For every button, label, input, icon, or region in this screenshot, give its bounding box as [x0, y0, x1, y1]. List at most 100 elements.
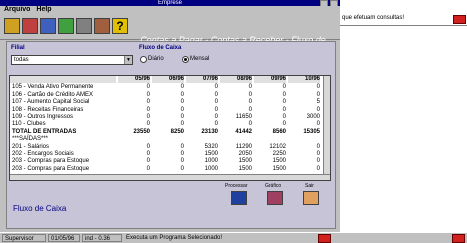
- people-icon[interactable]: [94, 18, 110, 34]
- table-cell: 0: [146, 99, 150, 106]
- background-window: que efetuam consultas!: [340, 13, 467, 26]
- fluxo-label: Fluxo de Caixa: [139, 45, 182, 51]
- status-close-button[interactable]: [318, 234, 331, 243]
- table-cell: 0: [146, 165, 150, 172]
- sair-button[interactable]: [303, 191, 319, 205]
- horizontal-scrollbar[interactable]: [10, 174, 330, 180]
- column-header: [10, 76, 116, 83]
- column-header: 06/96: [152, 76, 184, 83]
- table-cell: 0: [180, 114, 184, 120]
- table-cell: 0: [146, 151, 150, 157]
- table-cell: 11650: [235, 114, 252, 120]
- filial-label: Filial: [11, 45, 25, 51]
- table-cell: 0: [248, 106, 252, 113]
- table-cell: 8250: [170, 128, 184, 135]
- table-cell: 1500: [272, 165, 286, 172]
- grid-icon[interactable]: [4, 18, 20, 34]
- sair-label: Sair: [305, 183, 314, 189]
- table-cell: 0: [180, 121, 184, 128]
- table-cell: 41442: [235, 128, 252, 135]
- table-cell: 0: [180, 84, 184, 91]
- table-cell: 0: [316, 165, 320, 172]
- main-window: Emprese Arquivo Help ? Contas a Pagar - …: [0, 0, 340, 232]
- table-cell: 0: [146, 143, 150, 150]
- bottom-label: Fluxo de Caixa: [13, 204, 67, 213]
- radio-mensal[interactable]: [182, 56, 189, 63]
- row-label: 203 - Compras para Estoque: [12, 165, 90, 172]
- table-cell: 0: [180, 158, 184, 165]
- status-message: Executa um Programa Selecionado!: [126, 235, 223, 241]
- table-cell: 0: [282, 91, 286, 98]
- menu-help[interactable]: Help: [36, 6, 51, 13]
- chart-icon[interactable]: [58, 18, 74, 34]
- table-cell: 8560: [272, 128, 286, 135]
- table-cell: 0: [282, 99, 286, 106]
- column-header: 09/96: [254, 76, 286, 83]
- table-cell: 0: [282, 121, 286, 128]
- taskbar-close-button[interactable]: [452, 234, 465, 243]
- table-cell: 0: [180, 99, 184, 106]
- table-cell: 1500: [238, 158, 252, 165]
- menu-arquivo[interactable]: Arquivo: [4, 6, 30, 13]
- table-cell: [290, 136, 320, 143]
- row-label: 110 - Clubes: [12, 121, 46, 128]
- table-cell: 0: [214, 121, 218, 128]
- column-header: 10/96: [288, 76, 320, 83]
- row-label: TOTAL DE ENTRADAS: [12, 128, 77, 135]
- table-cell: [256, 136, 286, 143]
- table-cell: 0: [180, 91, 184, 98]
- report-icon[interactable]: [40, 18, 56, 34]
- processar-button[interactable]: [231, 191, 247, 205]
- status-bar: Supervisor 01/05/96 ind - 0.36 Executa u…: [0, 233, 467, 243]
- table-cell: 1500: [272, 158, 286, 165]
- row-label: 201 - Salários: [12, 143, 50, 150]
- table-cell: 0: [180, 143, 184, 150]
- table-cell: 3000: [306, 114, 320, 120]
- table-cell: 0: [146, 84, 150, 91]
- row-label: 203 - Compras para Estoque: [12, 158, 90, 165]
- table-cell: 0: [180, 106, 184, 113]
- table-cell: 0: [316, 106, 320, 113]
- column-header: 05/96: [118, 76, 150, 83]
- table-cell: 2250: [272, 151, 286, 157]
- table-cell: 0: [316, 143, 320, 150]
- table-cell: 0: [180, 151, 184, 157]
- table-cell: [222, 136, 252, 143]
- vertical-scrollbar[interactable]: [323, 76, 330, 180]
- table-cell: 0: [248, 84, 252, 91]
- table-cell: 5320: [204, 143, 218, 150]
- row-label: 108 - Receitas Financeiras: [12, 106, 84, 113]
- row-label: 106 - Cartão de Crédito AMEX: [12, 91, 94, 98]
- table-cell: 0: [316, 151, 320, 157]
- grafico-button[interactable]: [267, 191, 283, 205]
- background-window-text: que efetuam consultas!: [342, 15, 405, 21]
- background-close-button[interactable]: [453, 15, 466, 24]
- document-icon[interactable]: [76, 18, 92, 34]
- row-label: 105 - Venda Ativo Permanente: [12, 84, 94, 91]
- filial-select[interactable]: todas ▼: [11, 55, 133, 65]
- table-cell: [188, 136, 218, 143]
- radio-diario[interactable]: [140, 56, 147, 63]
- row-label: 202 - Encargos Sociais: [12, 151, 74, 157]
- table-cell: [120, 136, 150, 143]
- table-cell: 0: [180, 165, 184, 172]
- row-label: 109 - Outros Ingressos: [12, 114, 74, 120]
- table-cell: 0: [146, 158, 150, 165]
- cash-flow-panel: Filial todas ▼ Fluxo de Caixa Diário Men…: [6, 41, 336, 229]
- table-icon[interactable]: [22, 18, 38, 34]
- table-cell: 1500: [204, 151, 218, 157]
- row-label: 107 - Aumento Capital Social: [12, 99, 90, 106]
- table-cell: 0: [146, 121, 150, 128]
- filial-value: todas: [14, 57, 29, 63]
- table-cell: 0: [146, 106, 150, 113]
- column-header: 08/96: [220, 76, 252, 83]
- table-cell: 0: [214, 91, 218, 98]
- status-user: Supervisor: [2, 234, 46, 242]
- chevron-down-icon[interactable]: ▼: [124, 56, 132, 64]
- table-cell: 0: [316, 91, 320, 98]
- menu-bar: Arquivo Help: [0, 6, 340, 14]
- radio-diario-label: Diário: [148, 56, 164, 62]
- help-icon[interactable]: ?: [112, 18, 128, 34]
- table-cell: 0: [282, 84, 286, 91]
- table-cell: 2050: [238, 151, 252, 157]
